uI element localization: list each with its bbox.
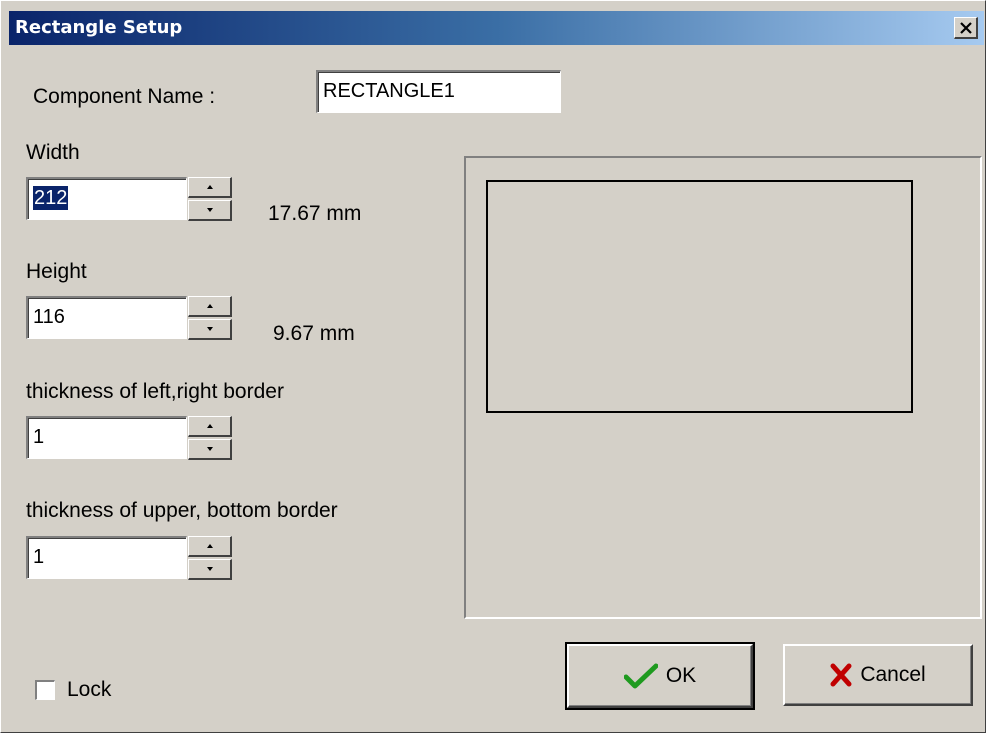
width-mm-readout: 17.67 mm xyxy=(268,202,362,225)
checkmark-icon xyxy=(623,663,658,689)
height-input[interactable]: 116 xyxy=(26,296,187,339)
component-name-label: Component Name : xyxy=(33,85,216,108)
arrow-down-icon xyxy=(207,567,213,571)
component-name-input[interactable]: RECTANGLE1 xyxy=(316,70,561,113)
thickness-left-right-spinner xyxy=(188,416,232,460)
thickness-upper-bottom-spin-up-button[interactable] xyxy=(188,536,232,557)
thickness-upper-bottom-value: 1 xyxy=(33,546,45,568)
arrow-down-icon xyxy=(207,327,213,331)
height-mm-readout: 9.67 mm xyxy=(273,322,355,345)
arrow-up-icon xyxy=(207,544,213,548)
height-spin-up-button[interactable] xyxy=(188,296,232,317)
rectangle-preview xyxy=(486,180,913,413)
component-name-value: RECTANGLE1 xyxy=(323,80,455,102)
close-button[interactable] xyxy=(954,17,978,39)
thickness-upper-bottom-spin-down-button[interactable] xyxy=(188,559,232,580)
title-bar[interactable]: Rectangle Setup xyxy=(9,11,984,45)
ok-button[interactable]: OK xyxy=(565,642,755,710)
width-spin-down-button[interactable] xyxy=(188,200,232,221)
height-label: Height xyxy=(26,260,87,283)
thickness-left-right-input[interactable]: 1 xyxy=(26,416,187,459)
cancel-label: Cancel xyxy=(860,663,926,686)
lock-checkbox[interactable] xyxy=(35,680,55,700)
rectangle-setup-dialog: Rectangle Setup Component Name : RECTANG… xyxy=(0,0,986,733)
thickness-left-right-label: thickness of left,right border xyxy=(26,380,284,403)
width-input[interactable]: 212 xyxy=(26,177,187,220)
width-spinner xyxy=(188,177,232,221)
arrow-down-icon xyxy=(207,447,213,451)
thickness-left-right-spin-up-button[interactable] xyxy=(188,416,232,437)
thickness-left-right-value: 1 xyxy=(33,426,45,448)
height-spin-down-button[interactable] xyxy=(188,319,232,340)
arrow-up-icon xyxy=(207,424,213,428)
thickness-upper-bottom-spinner xyxy=(188,536,232,580)
width-spin-up-button[interactable] xyxy=(188,177,232,198)
height-spinner xyxy=(188,296,232,340)
ok-label: OK xyxy=(665,664,697,687)
width-label: Width xyxy=(26,141,80,164)
thickness-upper-bottom-label: thickness of upper, bottom border xyxy=(26,499,338,522)
cancel-button[interactable]: Cancel xyxy=(783,644,973,706)
lock-label[interactable]: Lock xyxy=(67,678,111,702)
arrow-down-icon xyxy=(207,208,213,212)
thickness-left-right-spin-down-button[interactable] xyxy=(188,439,232,460)
arrow-up-icon xyxy=(207,304,213,308)
window-title: Rectangle Setup xyxy=(15,17,183,38)
close-icon xyxy=(960,22,972,34)
arrow-up-icon xyxy=(207,185,213,189)
thickness-upper-bottom-input[interactable]: 1 xyxy=(26,536,187,579)
width-value: 212 xyxy=(33,186,69,210)
height-value: 116 xyxy=(33,306,65,328)
x-mark-icon xyxy=(830,663,852,687)
